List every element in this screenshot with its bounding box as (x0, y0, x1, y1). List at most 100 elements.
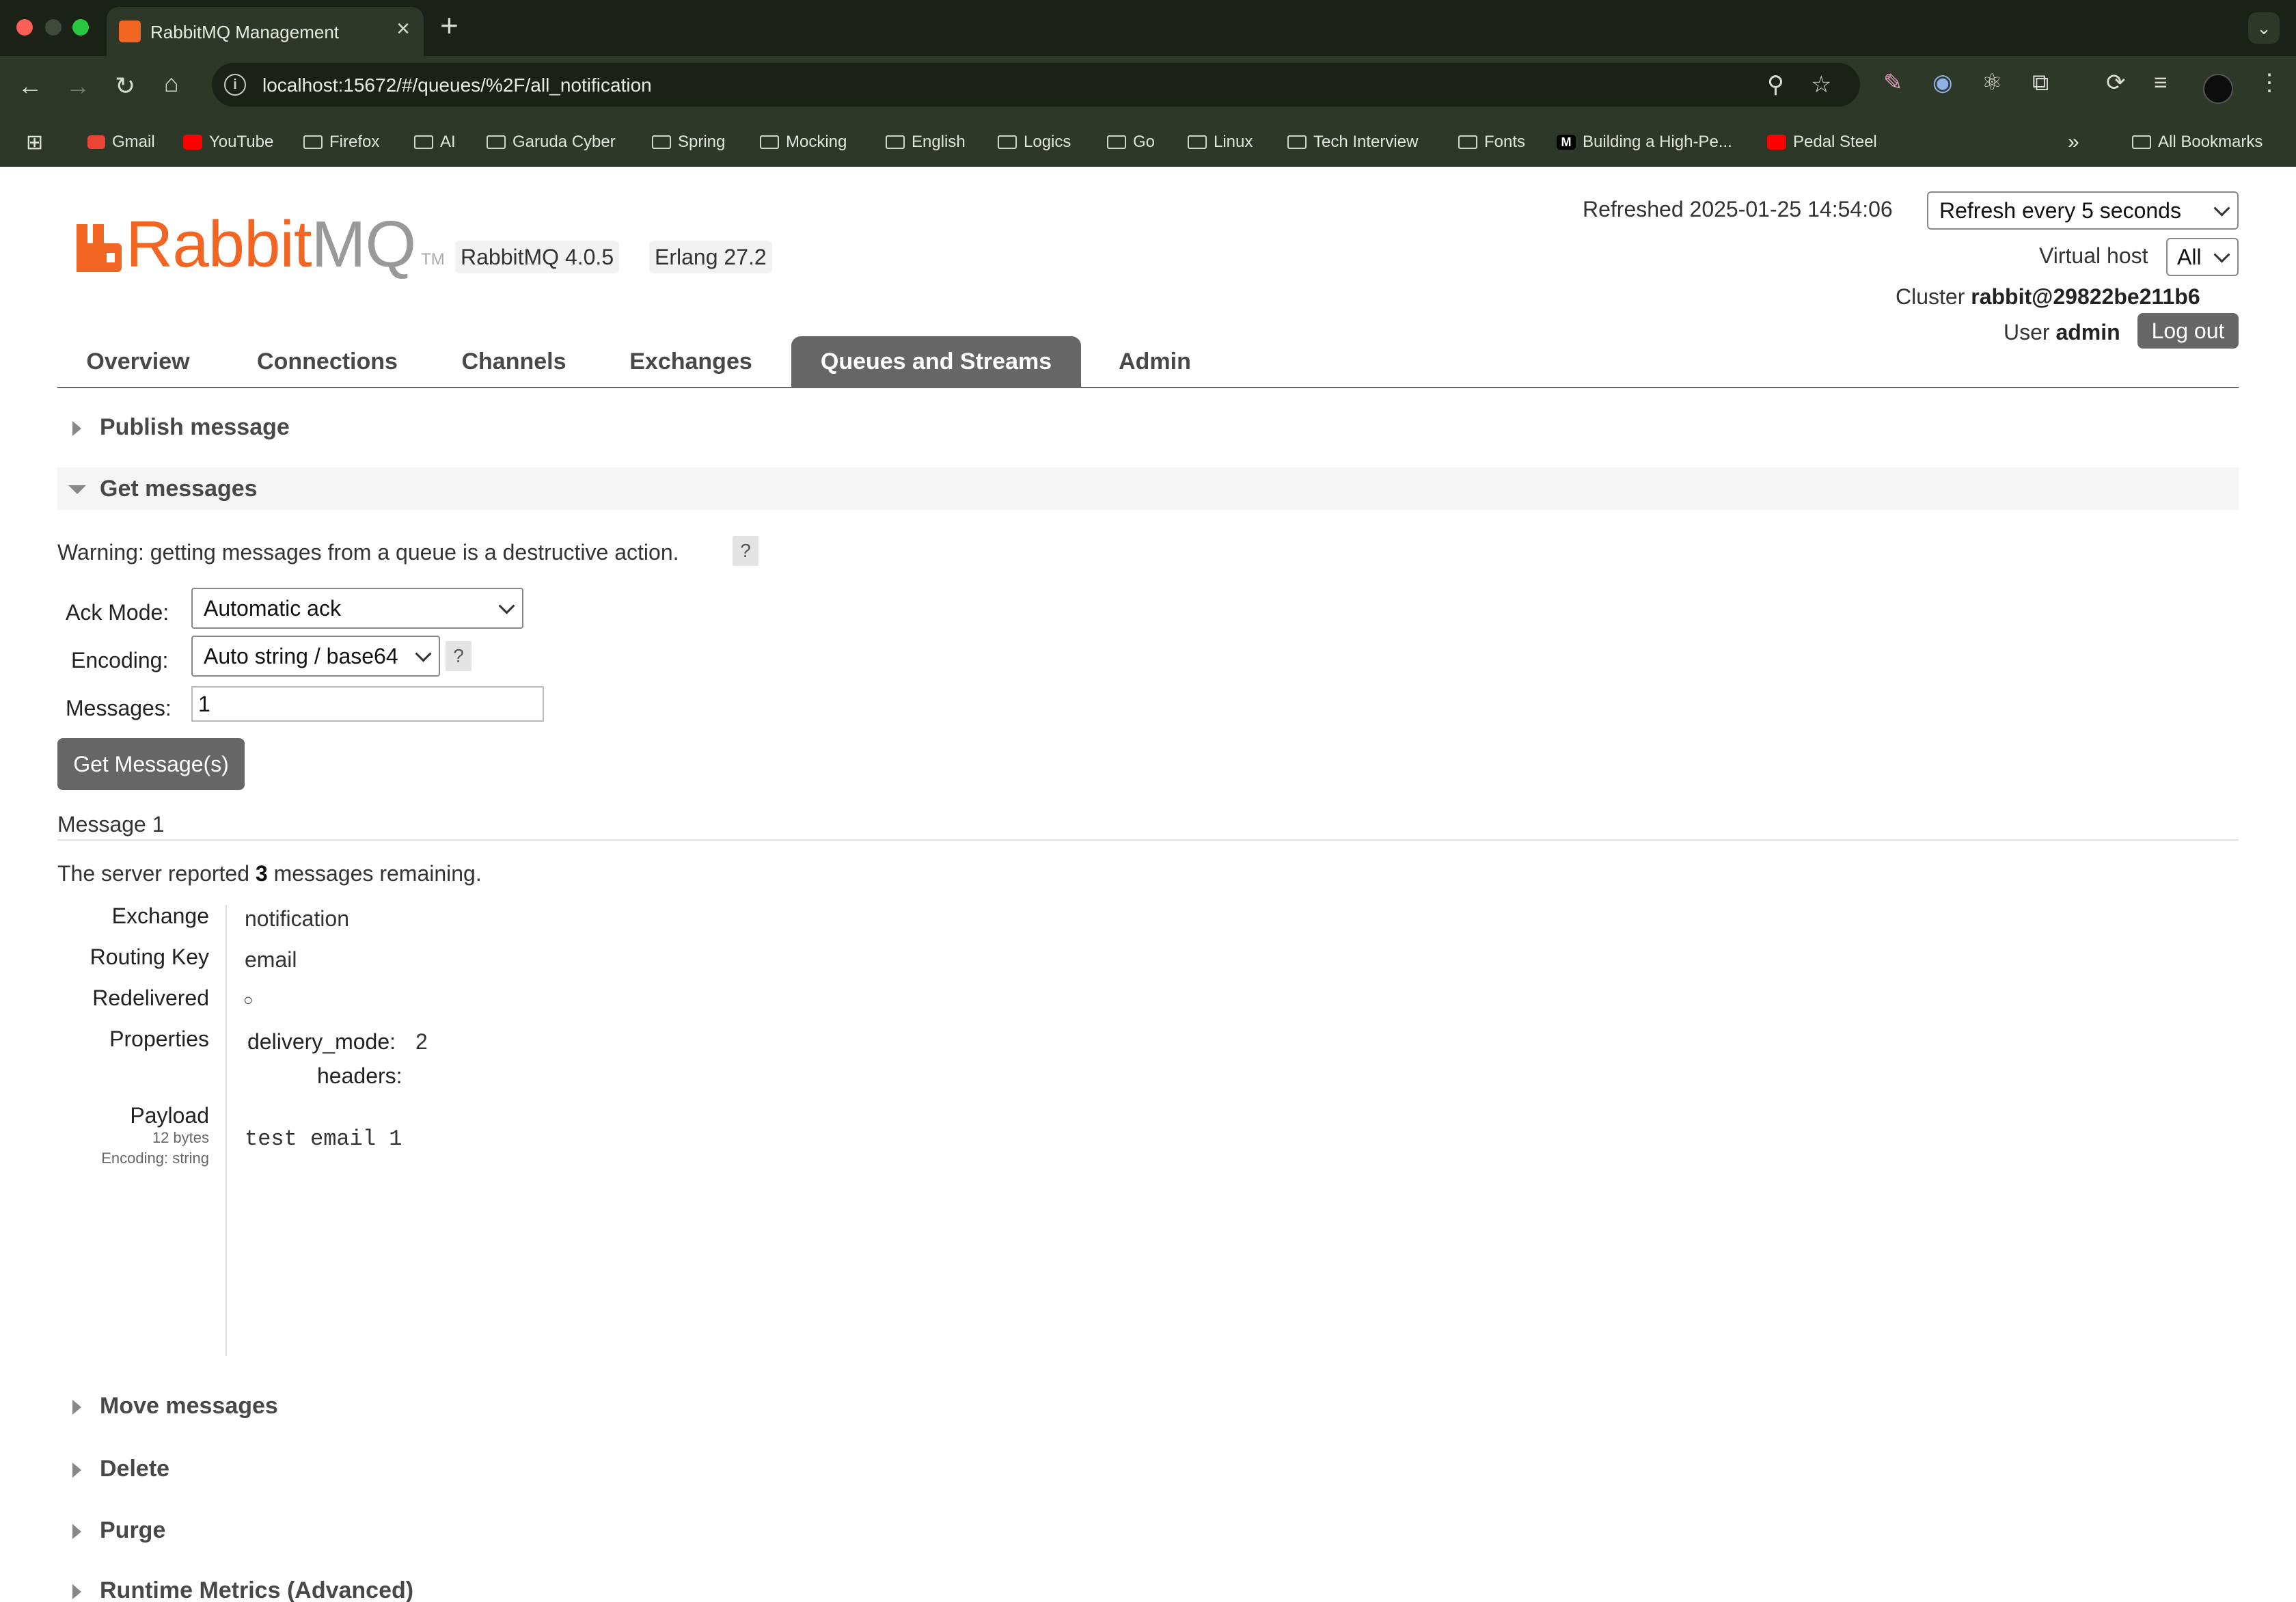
expand-triangle-icon (72, 1463, 81, 1478)
all-bookmarks-folder[interactable]: All Bookmarks (2132, 130, 2263, 154)
media-controls-icon[interactable]: ≡ (2154, 71, 2168, 94)
exchange-label: Exchange (111, 904, 209, 928)
browser-toolbar: ← → ↻ ⌂ i localhost:15672/#/queues/%2F/a… (0, 56, 2296, 118)
rabbitmq-version-badge: RabbitMQ 4.0.5 (455, 241, 620, 273)
medium-icon: M (1557, 135, 1576, 150)
ack-mode-select[interactable]: Automatic ack (191, 588, 523, 629)
apps-grid-icon[interactable]: ⊞ (26, 130, 43, 154)
zoom-icon[interactable]: ⚲ (1767, 71, 1784, 98)
messages-count-input[interactable] (191, 686, 544, 722)
folder-icon (1107, 135, 1126, 149)
logo-text: RabbitMQ (126, 208, 416, 281)
browser-tab[interactable]: RabbitMQ Management × (107, 7, 424, 56)
tab-connections[interactable]: Connections (243, 336, 411, 387)
bookmark-spring[interactable]: Spring (652, 130, 725, 154)
headers-label: headers: (317, 1063, 402, 1088)
folder-icon (2132, 135, 2151, 149)
address-url[interactable]: localhost:15672/#/queues/%2F/all_notific… (262, 74, 652, 96)
chevron-down-icon (415, 645, 432, 662)
tab-search-chevron-icon[interactable]: ⌄ (2248, 12, 2280, 44)
bookmark-tech-interview[interactable]: Tech Interview (1287, 130, 1418, 154)
youtube-icon (1767, 135, 1786, 150)
pen-extension-icon[interactable]: ✎ (1883, 71, 1903, 94)
tab-queues-and-streams[interactable]: Queues and Streams (791, 336, 1081, 387)
virtual-host-label: Virtual host (2039, 243, 2148, 268)
folder-icon (1458, 135, 1477, 149)
maximize-window-button[interactable] (72, 19, 89, 36)
encoding-help-button[interactable]: ? (446, 641, 472, 671)
profile-avatar[interactable] (2203, 74, 2233, 104)
bookmark-fonts[interactable]: Fonts (1458, 130, 1525, 154)
minimize-window-button[interactable] (45, 19, 62, 36)
message-table-divider (226, 905, 227, 1356)
section-move-messages[interactable]: Move messages (57, 1385, 2239, 1427)
warning-help-button[interactable]: ? (733, 536, 758, 566)
messages-remaining: The server reported 3 messages remaining… (57, 861, 482, 886)
bookmark-english[interactable]: English (886, 130, 966, 154)
tab-overview[interactable]: Overview (71, 336, 205, 387)
section-purge[interactable]: Purge (57, 1509, 2239, 1551)
back-arrow-icon[interactable]: ← (18, 74, 42, 98)
tab-title: RabbitMQ Management (150, 22, 340, 42)
puzzle-extension-icon[interactable]: ⧉ (2032, 71, 2049, 94)
bookmark-garuda-cyber[interactable]: Garuda Cyber (487, 130, 616, 154)
bookmark-building-high-pe[interactable]: M Building a High-Pe... (1557, 130, 1732, 154)
site-info-icon[interactable]: i (224, 74, 246, 96)
properties-label: Properties (109, 1027, 209, 1051)
chevron-down-icon (2213, 246, 2230, 263)
collapse-triangle-icon (68, 485, 86, 494)
bookmark-gmail[interactable]: Gmail (87, 130, 155, 154)
virtual-host-select[interactable]: All (2166, 238, 2239, 276)
section-delete[interactable]: Delete (57, 1448, 2239, 1490)
tab-channels[interactable]: Channels (451, 336, 577, 387)
tab-admin[interactable]: Admin (1104, 336, 1205, 387)
folder-icon (487, 135, 506, 149)
section-get-messages[interactable]: Get messages (57, 467, 2239, 510)
bookmark-linux[interactable]: Linux (1188, 130, 1253, 154)
bookmark-pedal-steel[interactable]: Pedal Steel (1767, 130, 1877, 154)
bookmark-youtube[interactable]: YouTube (183, 130, 273, 154)
browser-chrome: RabbitMQ Management × + ⌄ ← → ↻ ⌂ i loca… (0, 0, 2296, 167)
logo-trademark: TM (421, 250, 445, 269)
address-bar[interactable]: i localhost:15672/#/queues/%2F/all_notif… (212, 63, 1860, 107)
refreshed-status: Refreshed 2025-01-25 14:54:06 (1583, 197, 1893, 221)
rabbitmq-logo[interactable]: RabbitMQ TM (77, 209, 445, 277)
bookmark-ai[interactable]: AI (414, 130, 456, 154)
tab-exchanges[interactable]: Exchanges (618, 336, 764, 387)
expand-triangle-icon (72, 421, 81, 436)
refresh-interval-select[interactable]: Refresh every 5 seconds (1927, 191, 2239, 230)
logout-button[interactable]: Log out (2137, 313, 2239, 349)
bookmark-go[interactable]: Go (1107, 130, 1155, 154)
ack-mode-label: Ack Mode: (66, 600, 169, 625)
forward-arrow-icon[interactable]: → (66, 74, 90, 98)
expand-triangle-icon (72, 1400, 81, 1415)
atom-extension-icon[interactable]: ⚛ (1982, 71, 2002, 94)
home-icon[interactable]: ⌂ (164, 71, 179, 96)
tab-close-icon[interactable]: × (396, 17, 410, 40)
folder-icon (1287, 135, 1307, 149)
new-tab-icon[interactable]: + (440, 10, 459, 41)
encoding-select[interactable]: Auto string / base64 (191, 636, 440, 677)
reload-icon[interactable]: ↻ (115, 74, 135, 98)
browser-menu-icon[interactable]: ⋮ (2258, 71, 2281, 94)
more-bookmarks-chevron-icon[interactable]: » (2068, 130, 2079, 154)
bookmark-logics[interactable]: Logics (998, 130, 1071, 154)
expand-triangle-icon (72, 1584, 81, 1599)
nav-divider (57, 387, 2239, 388)
section-publish-message[interactable]: Publish message (57, 406, 2239, 448)
get-messages-button[interactable]: Get Message(s) (57, 738, 245, 790)
bookmark-mocking[interactable]: Mocking (760, 130, 847, 154)
chevron-down-icon (2213, 200, 2230, 217)
performance-icon[interactable]: ⟳ (2106, 71, 2126, 94)
close-window-button[interactable] (16, 19, 33, 36)
folder-icon (998, 135, 1017, 149)
bookmark-star-icon[interactable]: ☆ (1811, 71, 1831, 98)
exchange-value: notification (245, 906, 349, 931)
circle-extension-icon[interactable]: ◉ (1932, 71, 1953, 94)
cluster-info: Cluster rabbit@29822be211b6 (1896, 284, 2200, 309)
section-runtime-metrics[interactable]: Runtime Metrics (Advanced) (57, 1569, 2239, 1602)
bookmarks-bar: ⊞ Gmail YouTube Firefox AI Garuda Cyber … (0, 118, 2296, 167)
youtube-icon (183, 135, 202, 150)
folder-icon (414, 135, 433, 149)
bookmark-firefox[interactable]: Firefox (303, 130, 379, 154)
